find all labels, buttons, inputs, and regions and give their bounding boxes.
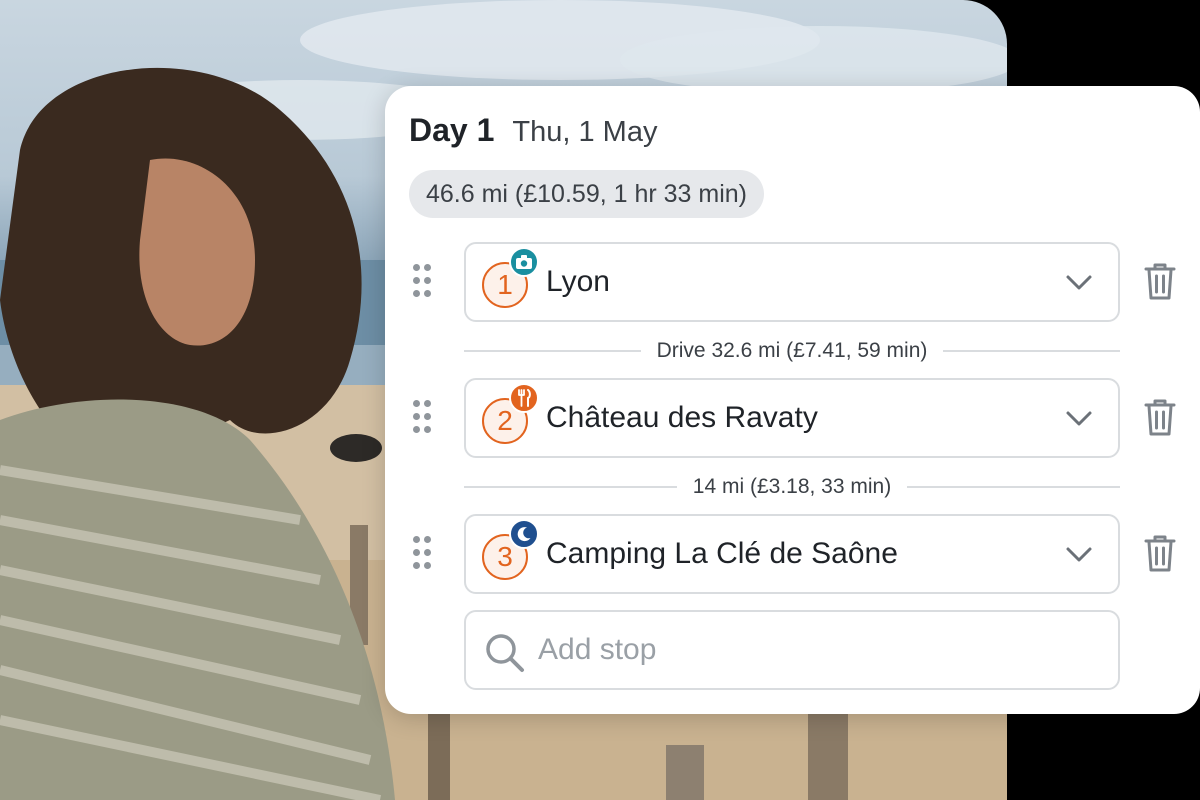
chevron-down-icon[interactable]	[1064, 406, 1094, 430]
stop-row: 3 Camping La Clé de Saône	[385, 514, 1200, 594]
trash-icon[interactable]	[1143, 533, 1177, 573]
drag-handle-icon[interactable]	[413, 400, 433, 434]
stop-name: Camping La Clé de Saône	[546, 537, 898, 570]
stop-select[interactable]: 1 Lyon	[464, 242, 1120, 322]
search-icon	[486, 634, 524, 672]
day-summary-pill: 46.6 mi (£10.59, 1 hr 33 min)	[409, 170, 764, 218]
day-header: Day 1 Thu, 1 May	[409, 112, 657, 149]
itinerary-card: Day 1 Thu, 1 May 46.6 mi (£10.59, 1 hr 3…	[385, 86, 1200, 714]
moon-icon	[509, 519, 539, 549]
day-title: Day 1	[409, 112, 495, 148]
leg-info: 14 mi (£3.18, 33 min)	[692, 475, 892, 498]
stop-name: Château des Ravaty	[546, 401, 818, 434]
add-stop-input[interactable]: Add stop	[464, 610, 1120, 690]
stop-name: Lyon	[546, 265, 610, 298]
stop-select[interactable]: 3 Camping La Clé de Saône	[464, 514, 1120, 594]
leg-info: Drive 32.6 mi (£7.41, 59 min)	[656, 339, 928, 362]
fork-knife-icon	[509, 383, 539, 413]
stop-row: 2 Château des Ravaty	[385, 378, 1200, 458]
trash-icon[interactable]	[1143, 397, 1177, 437]
drag-handle-icon[interactable]	[413, 264, 433, 298]
chevron-down-icon[interactable]	[1064, 270, 1094, 294]
trash-icon[interactable]	[1143, 261, 1177, 301]
leg-divider: 14 mi (£3.18, 33 min)	[464, 472, 1120, 502]
stop-row: 1 Lyon	[385, 242, 1200, 322]
chevron-down-icon[interactable]	[1064, 542, 1094, 566]
drag-handle-icon[interactable]	[413, 536, 433, 570]
camera-icon	[509, 247, 539, 277]
leg-divider: Drive 32.6 mi (£7.41, 59 min)	[464, 336, 1120, 366]
add-stop-placeholder: Add stop	[538, 633, 657, 666]
stop-select[interactable]: 2 Château des Ravaty	[464, 378, 1120, 458]
day-date: Thu, 1 May	[512, 116, 658, 148]
